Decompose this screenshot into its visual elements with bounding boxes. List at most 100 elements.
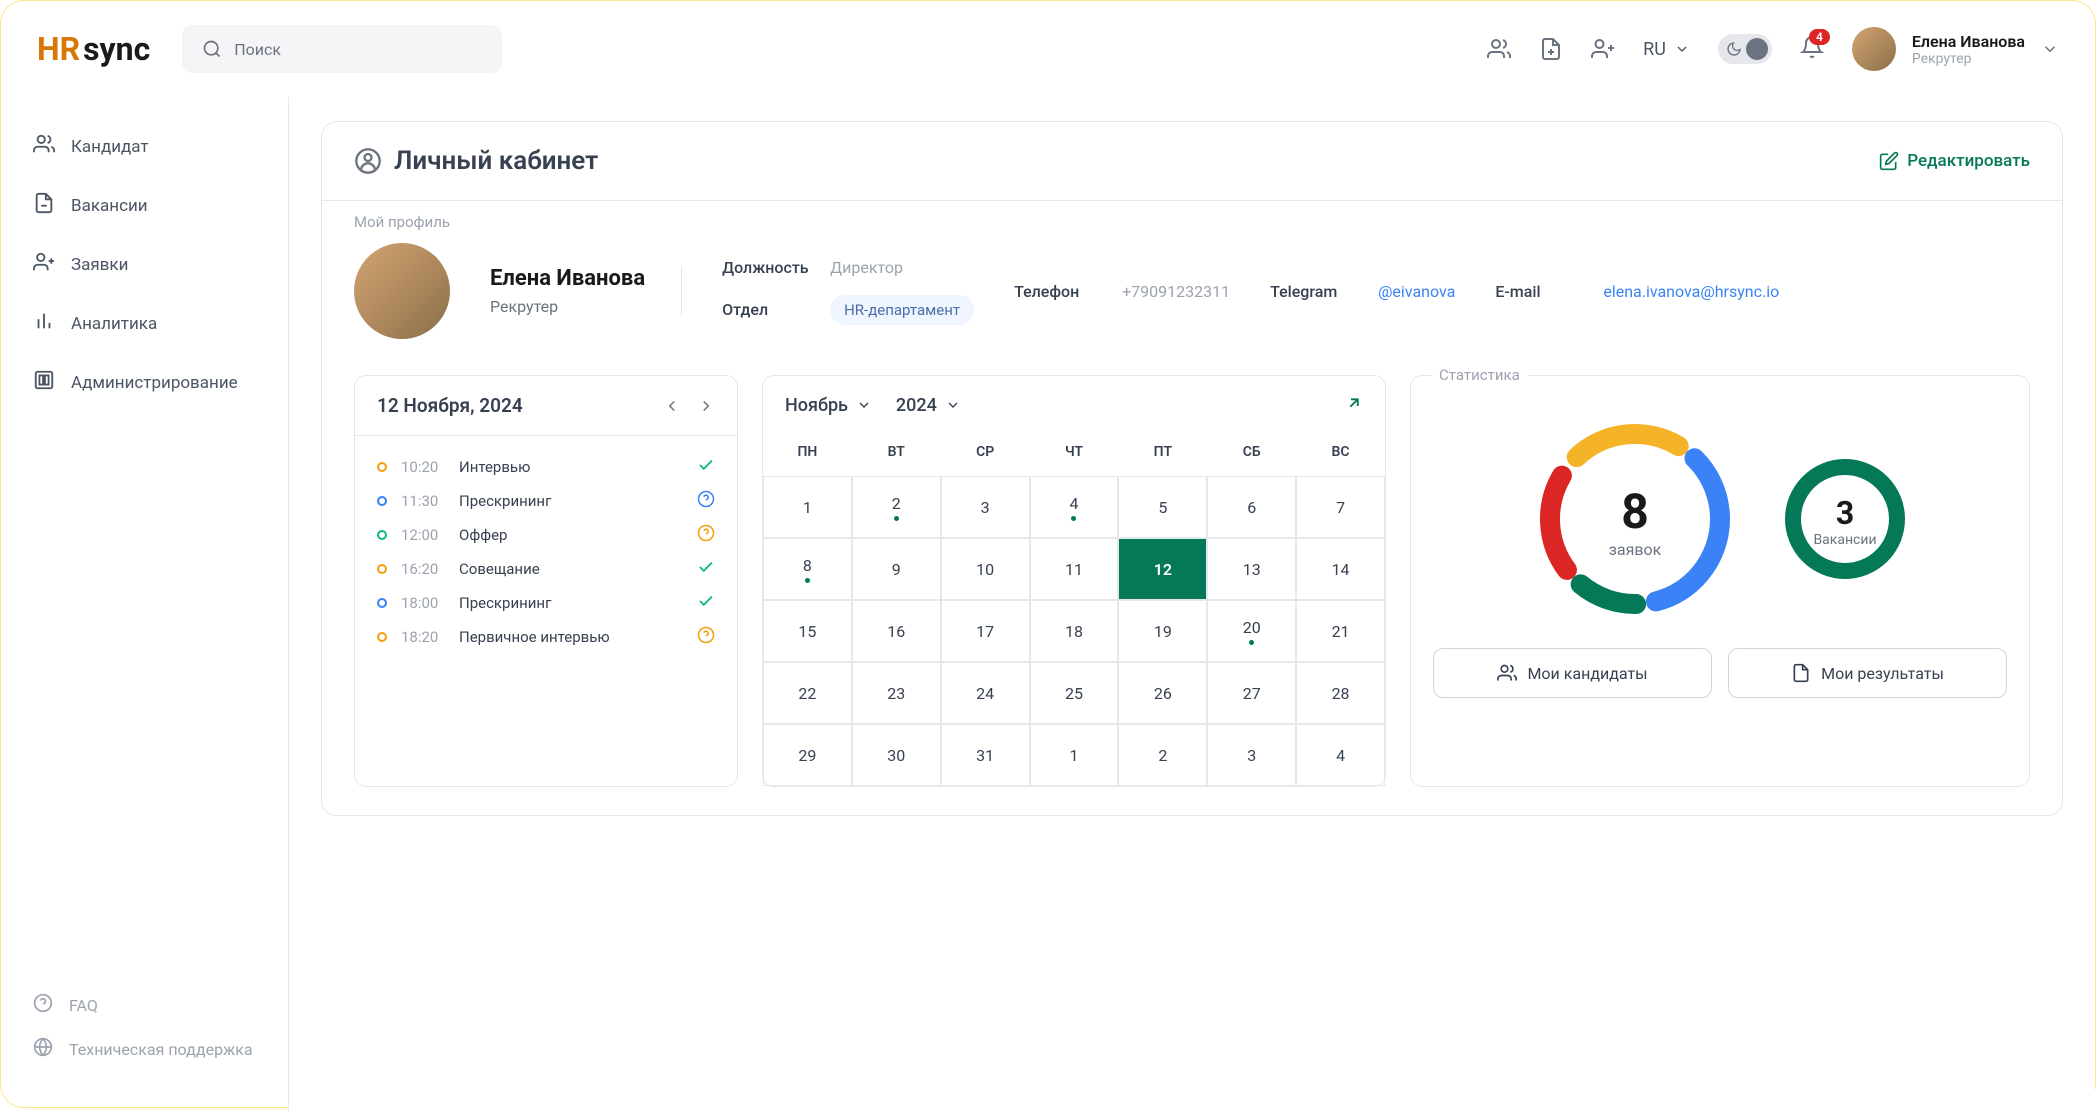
nav-icon (33, 133, 55, 160)
cal-day[interactable]: 29 (763, 724, 852, 786)
cal-day[interactable]: 27 (1207, 662, 1296, 724)
stats-card: Статистика 8заявок (1410, 375, 2030, 787)
sidebar-item-0[interactable]: Кандидат (1, 117, 288, 176)
cal-day[interactable]: 9 (852, 538, 941, 600)
user-circle-icon (354, 147, 382, 175)
file-icon (1791, 663, 1811, 683)
agenda-next[interactable] (697, 397, 715, 415)
cal-day[interactable]: 4 (1030, 476, 1119, 538)
cal-day[interactable]: 8 (763, 538, 852, 600)
section-label: Мой профиль (354, 213, 2030, 231)
search-icon (202, 39, 222, 59)
edit-button[interactable]: Редактировать (1879, 151, 2030, 171)
telegram-link[interactable]: @eivanova (1378, 282, 1455, 301)
cal-day[interactable]: 21 (1296, 600, 1385, 662)
sidebar-item-3[interactable]: Аналитика (1, 294, 288, 353)
search-input[interactable]: Поиск (182, 25, 502, 73)
cal-day[interactable]: 6 (1207, 476, 1296, 538)
cal-dow: ВТ (852, 434, 941, 476)
cal-day[interactable]: 11 (1030, 538, 1119, 600)
users-icon[interactable] (1487, 37, 1511, 61)
cal-day[interactable]: 31 (941, 724, 1030, 786)
status-icon (697, 558, 715, 580)
my-results-button[interactable]: Мои результаты (1728, 648, 2007, 698)
moon-icon (1726, 41, 1742, 57)
theme-toggle[interactable] (1718, 34, 1772, 64)
avatar (1852, 27, 1896, 71)
user-plus-icon[interactable] (1591, 37, 1615, 61)
users-icon (1497, 663, 1517, 683)
cal-day[interactable]: 2 (1118, 724, 1207, 786)
calendar-card: Ноябрь 2024 ПНВТСРЧТПТСБВС12345678910111… (762, 375, 1386, 787)
cal-day[interactable]: 16 (852, 600, 941, 662)
nav-icon (33, 310, 55, 337)
sidebar-footer-1[interactable]: Техническая поддержка (1, 1027, 288, 1071)
agenda-item-1[interactable]: 11:30Прескрининг (377, 484, 715, 518)
profile-avatar (354, 243, 450, 339)
user-menu[interactable]: Елена Иванова Рекрутер (1852, 27, 2059, 71)
cal-day[interactable]: 30 (852, 724, 941, 786)
cal-dow: СБ (1207, 434, 1296, 476)
profile-name: Елена Иванова (490, 266, 645, 291)
cal-day[interactable]: 26 (1118, 662, 1207, 724)
cal-day[interactable]: 24 (941, 662, 1030, 724)
cal-dow: ВС (1296, 434, 1385, 476)
cal-day[interactable]: 23 (852, 662, 941, 724)
agenda-prev[interactable] (663, 397, 681, 415)
cal-day[interactable]: 19 (1118, 600, 1207, 662)
cal-day[interactable]: 22 (763, 662, 852, 724)
cal-day[interactable]: 12 (1118, 538, 1207, 600)
notification-badge: 4 (1809, 29, 1830, 45)
month-select[interactable]: Ноябрь (785, 395, 872, 416)
vacancies-donut: 3Вакансии (1780, 454, 1910, 588)
sidebar-footer-0[interactable]: FAQ (1, 983, 288, 1027)
cal-day[interactable]: 15 (763, 600, 852, 662)
sidebar-item-4[interactable]: Администрирование (1, 353, 288, 412)
agenda-item-5[interactable]: 18:20Первичное интервью (377, 620, 715, 654)
dept-badge: HR-департамент (830, 295, 974, 325)
cal-day[interactable]: 3 (1207, 724, 1296, 786)
nav-icon (33, 369, 55, 396)
cal-day[interactable]: 25 (1030, 662, 1119, 724)
cal-day[interactable]: 14 (1296, 538, 1385, 600)
chevron-down-icon (1674, 41, 1690, 57)
email-link[interactable]: elena.ivanova@hrsync.io (1603, 282, 1779, 301)
agenda-date: 12 Ноября, 2024 (377, 394, 523, 417)
my-candidates-button[interactable]: Мои кандидаты (1433, 648, 1712, 698)
cal-day[interactable]: 2 (852, 476, 941, 538)
cal-day[interactable]: 10 (941, 538, 1030, 600)
user-name: Елена Иванова (1912, 32, 2025, 51)
notifications-button[interactable]: 4 (1800, 35, 1824, 63)
expand-icon[interactable] (1345, 394, 1363, 416)
cal-day[interactable]: 3 (941, 476, 1030, 538)
sidebar: КандидатВакансииЗаявкиАналитикаАдминистр… (1, 97, 289, 1111)
cal-day[interactable]: 20 (1207, 600, 1296, 662)
language-select[interactable]: RU (1643, 39, 1690, 60)
search-placeholder: Поиск (234, 40, 281, 59)
file-plus-icon[interactable] (1539, 37, 1563, 61)
cal-day[interactable]: 7 (1296, 476, 1385, 538)
cal-day[interactable]: 1 (763, 476, 852, 538)
status-dot (377, 530, 387, 540)
user-role: Рекрутер (1912, 51, 2025, 67)
sidebar-item-2[interactable]: Заявки (1, 235, 288, 294)
status-icon (697, 592, 715, 614)
status-dot (377, 496, 387, 506)
cal-day[interactable]: 28 (1296, 662, 1385, 724)
cal-day[interactable]: 13 (1207, 538, 1296, 600)
agenda-item-2[interactable]: 12:00Оффер (377, 518, 715, 552)
agenda-item-4[interactable]: 18:00Прескрининг (377, 586, 715, 620)
logo[interactable]: HRsync (37, 30, 150, 68)
year-select[interactable]: 2024 (896, 395, 961, 416)
cal-day[interactable]: 18 (1030, 600, 1119, 662)
cal-day[interactable]: 1 (1030, 724, 1119, 786)
sidebar-item-1[interactable]: Вакансии (1, 176, 288, 235)
cal-day[interactable]: 4 (1296, 724, 1385, 786)
agenda-item-3[interactable]: 16:20Совещание (377, 552, 715, 586)
cal-day[interactable]: 5 (1118, 476, 1207, 538)
profile-role: Рекрутер (490, 297, 645, 316)
status-dot (377, 564, 387, 574)
cal-day[interactable]: 17 (941, 600, 1030, 662)
agenda-item-0[interactable]: 10:20Интервью (377, 450, 715, 484)
cal-dow: ПТ (1118, 434, 1207, 476)
